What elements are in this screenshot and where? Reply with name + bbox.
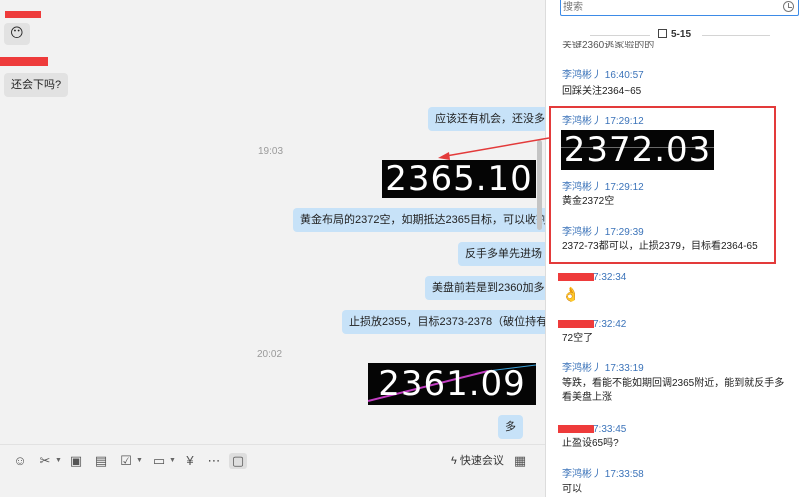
price-screenshot[interactable]: 2361.09 (368, 363, 536, 405)
image-icon[interactable]: ▣ (68, 453, 84, 469)
clock-icon[interactable] (783, 1, 794, 12)
outgoing-message[interactable]: 反手多单先进场 (458, 242, 545, 266)
cut-off-message: 关键2360逃家验的的 (562, 41, 655, 48)
outgoing-message[interactable]: 黄金布局的2372空，如期抵达2365目标，可以收割出局 (293, 208, 545, 232)
emoji-bubble[interactable]: 😶 (4, 23, 30, 45)
incoming-message[interactable]: 还会下吗? (4, 73, 69, 97)
highlight-box (549, 106, 776, 264)
redacted-name (0, 57, 48, 66)
redacted-name (5, 11, 41, 18)
history-text: 等跌，看能不能如期回调2365附近，能到就反手多看美盘上涨 (562, 378, 785, 403)
price-screenshot[interactable]: 2365.10 (382, 160, 536, 198)
chat-timestamp: 19:03 (258, 146, 284, 157)
history-panel-icon[interactable]: ▦ (512, 453, 528, 469)
checkbox-icon[interactable]: ☑ (118, 453, 134, 469)
search-input[interactable] (561, 0, 761, 15)
search-box[interactable] (560, 0, 799, 16)
date-label: 5-15 (658, 29, 691, 41)
calendar-icon (658, 29, 667, 38)
history-time: 7:32:42 (593, 319, 627, 330)
redacted-name (558, 273, 594, 281)
screen-share-icon[interactable]: ▢ (229, 453, 247, 469)
chat-scrollbar[interactable] (537, 140, 542, 230)
history-time: 7:33:45 (593, 424, 627, 435)
red-packet-icon[interactable]: ¥ (182, 453, 198, 469)
quick-meeting-button[interactable]: ϟ 快速会议 (451, 453, 504, 469)
ok-hand-icon: 👌 (562, 286, 580, 302)
divider-line (590, 35, 650, 36)
redacted-name (558, 320, 594, 328)
history-time: 7:32:34 (593, 272, 627, 283)
outgoing-message[interactable]: 应该还有机会，还没多 (428, 107, 545, 131)
redacted-name (558, 425, 594, 433)
outgoing-message[interactable]: 美盘前若是到2360加多 (425, 276, 545, 300)
divider-line (702, 35, 770, 36)
history-sender[interactable]: 李鸿彬丿 17:33:19 (562, 363, 644, 375)
history-text: 止盈设65吗? (562, 438, 619, 449)
price-value: 2361.09 (378, 364, 526, 404)
history-text: 72空了 (562, 333, 594, 344)
history-sender[interactable]: 李鸿彬丿 16:40:57 (562, 70, 644, 82)
more-icon[interactable]: ⋯ (206, 453, 222, 469)
date-separator: 5-15 (546, 29, 800, 41)
smile-icon[interactable]: ☺ (12, 453, 28, 469)
history-sender[interactable]: 李鸿彬丿 17:33:58 (562, 469, 644, 481)
scissors-icon[interactable]: ✂ (37, 453, 53, 469)
price-value: 2365.10 (385, 160, 533, 198)
chat-timestamp: 20:02 (257, 349, 283, 360)
chevron-down-icon[interactable]: ▼ (55, 453, 62, 469)
chevron-down-icon[interactable]: ▼ (136, 453, 143, 469)
outgoing-message[interactable]: 多 (498, 415, 523, 439)
folder-icon[interactable]: ▭ (151, 453, 167, 469)
document-icon[interactable]: ▤ (93, 453, 109, 469)
lightning-icon: ϟ (451, 455, 457, 467)
quick-meeting-label: 快速会议 (459, 455, 504, 467)
chevron-down-icon[interactable]: ▼ (169, 453, 176, 469)
history-text: 可以 (562, 484, 582, 495)
chat-pane: 😶 还会下吗? 应该还有机会，还没多 19:03 2365.10 黄金布局的23… (0, 0, 545, 497)
compose-toolbar: ☺ ✂ ▼ ▣ ▤ ☑ ▼ ▭ ▼ ¥ ⋯ ▢ ϟ 快速会议 ▦ (0, 444, 545, 497)
outgoing-message[interactable]: 止损放2355，目标2373-2378（破位持有) (342, 310, 545, 334)
history-text: 回踩关注2364~65 (562, 86, 642, 97)
emoji-icon: 😶 (10, 25, 24, 40)
